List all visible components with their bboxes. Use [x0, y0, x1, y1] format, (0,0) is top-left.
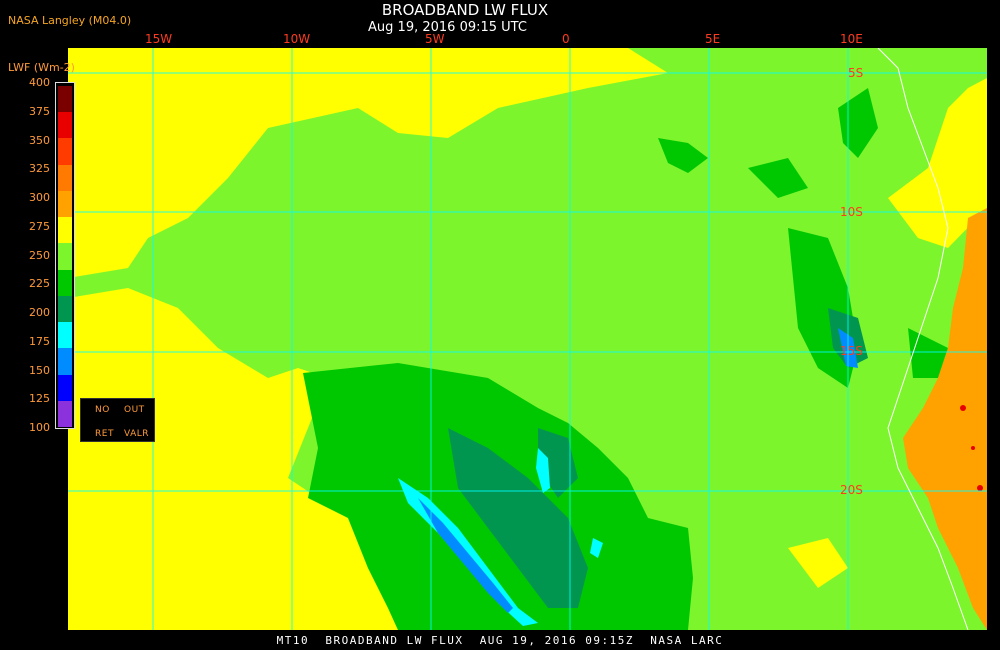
flux-map-svg — [68, 47, 987, 631]
ret-label: RET — [95, 429, 114, 439]
legend-swatch — [58, 322, 72, 349]
lat-label-10s: 10S — [840, 205, 863, 219]
lat-label-5s: 5S — [848, 66, 864, 80]
legend-tick-label: 350 — [29, 133, 50, 147]
legend-swatch — [58, 243, 72, 270]
map-timestamp: Aug 19, 2016 09:15 UTC — [368, 20, 527, 35]
lon-label-10w: 10W — [283, 32, 311, 46]
legend-swatch — [58, 164, 72, 191]
legend-tick-label: 250 — [29, 248, 50, 262]
legend-tick-label: 100 — [29, 421, 50, 434]
map-title: BROADBAND LW FLUX — [381, 1, 549, 19]
legend-color-scale — [55, 82, 75, 429]
legend-tick-label: 150 — [29, 363, 50, 377]
legend-tick-label: 125 — [29, 392, 50, 406]
legend-swatch — [58, 138, 72, 165]
lon-label-15w: 15W — [145, 32, 173, 46]
legend-swatch — [58, 112, 72, 139]
lon-label-10e: 10E — [840, 32, 863, 46]
legend-tick-label: 400 — [29, 76, 50, 89]
legend-swatch — [58, 190, 72, 218]
lon-label-5e: 5E — [705, 32, 721, 46]
flux-map-image[interactable] — [68, 47, 987, 631]
lat-label-20s: 20S — [840, 483, 863, 497]
lat-label-15s: 15S — [840, 344, 863, 358]
legend-unit-label: LWF (Wm-2) — [8, 61, 75, 74]
legend-tick-label: 200 — [29, 306, 50, 319]
legend-tick-label: 375 — [29, 104, 50, 118]
legend-swatch — [58, 295, 72, 323]
footer-caption: MT10 BROADBAND LW FLUX AUG 19, 2016 09:1… — [276, 634, 724, 647]
legend-swatch — [58, 269, 72, 296]
legend-swatch — [58, 374, 72, 401]
legend-tick-label: 275 — [29, 219, 50, 233]
agency-label: NASA Langley (M04.0) — [8, 14, 132, 27]
legend-tick-label: 300 — [29, 191, 50, 204]
legend-swatch — [58, 348, 72, 375]
legend-swatch — [58, 217, 72, 244]
legend-tick-label: 225 — [29, 277, 50, 291]
no-label: NO — [95, 405, 110, 415]
out-label: OUT — [124, 405, 145, 415]
valr-label: VALR — [124, 429, 150, 439]
lon-label-0: 0 — [562, 32, 570, 46]
legend-tick-label: 175 — [29, 334, 50, 348]
legend-swatch — [58, 86, 72, 113]
legend-swatch — [58, 400, 72, 427]
legend-tick-label: 325 — [29, 162, 50, 176]
no-data-key: NO OUT RET VALR — [80, 398, 155, 442]
lon-label-5w: 5W — [425, 32, 445, 46]
